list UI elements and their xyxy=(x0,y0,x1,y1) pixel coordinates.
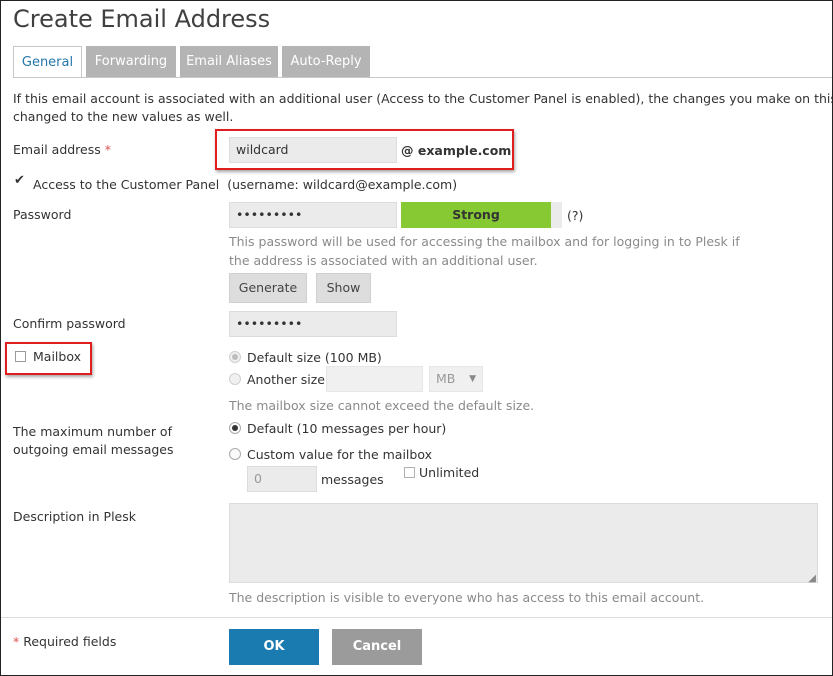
password-strength-meter: Strong xyxy=(401,202,551,228)
another-size-label: Another size xyxy=(247,372,325,387)
customer-panel-label: Access to the Customer Panel (username: … xyxy=(33,177,457,192)
unlimited-checkbox[interactable] xyxy=(404,467,415,478)
required-fields-text: Required fields xyxy=(23,634,117,649)
checkmark-icon: ✔ xyxy=(14,173,25,188)
password-label: Password xyxy=(13,207,72,222)
outgoing-custom-label: Custom value for the mailbox xyxy=(247,447,433,462)
tab-forwarding[interactable]: Forwarding xyxy=(86,46,176,77)
customer-panel-username-note: (username: wildcard@example.com) xyxy=(227,177,458,192)
size-unit-value: MB xyxy=(436,371,456,386)
required-fields-note: * Required fields xyxy=(13,634,116,649)
password-strength-track xyxy=(551,202,562,228)
email-address-label: Email address * xyxy=(13,142,111,157)
password-hint-line-1: This password will be used for accessing… xyxy=(229,234,740,249)
password-hint: This password will be used for accessing… xyxy=(229,232,740,270)
intro-text: If this email account is associated with… xyxy=(13,90,833,126)
tab-email-aliases[interactable]: Email Aliases xyxy=(180,46,278,77)
tab-general[interactable]: General xyxy=(13,46,82,78)
cancel-button[interactable]: Cancel xyxy=(332,629,422,665)
outgoing-custom-value-input[interactable]: 0 xyxy=(247,466,317,492)
default-size-radio[interactable] xyxy=(229,351,241,363)
required-fields-asterisk: * xyxy=(13,634,20,649)
show-button[interactable]: Show xyxy=(316,273,371,303)
description-hint: The description is visible to everyone w… xyxy=(229,590,705,605)
another-size-input[interactable] xyxy=(326,366,423,392)
required-asterisk: * xyxy=(104,142,111,157)
description-textarea[interactable]: ◢ xyxy=(229,503,818,584)
description-label: Description in Plesk xyxy=(13,509,136,524)
another-size-radio[interactable] xyxy=(229,373,241,385)
email-address-label-text: Email address xyxy=(13,142,101,157)
customer-panel-label-text: Access to the Customer Panel xyxy=(33,177,220,192)
size-unit-select[interactable]: MB ▼ xyxy=(429,366,483,392)
resize-handle-icon[interactable]: ◢ xyxy=(808,573,816,584)
email-domain: @ example.com xyxy=(401,143,512,158)
confirm-password-input[interactable]: ••••••••• xyxy=(229,311,397,337)
intro-line-2: changed to the new values as well. xyxy=(13,109,234,124)
footer-divider xyxy=(1,617,832,618)
email-local-part-input[interactable]: wildcard xyxy=(229,137,397,163)
outgoing-default-label: Default (10 messages per hour) xyxy=(247,421,447,436)
create-email-window: Create Email Address General Forwarding … xyxy=(0,0,833,676)
mailbox-checkbox[interactable] xyxy=(15,351,26,362)
ok-button[interactable]: OK xyxy=(229,629,319,665)
default-size-label: Default size (100 MB) xyxy=(247,350,382,365)
generate-button[interactable]: Generate xyxy=(229,273,307,303)
outgoing-custom-radio[interactable] xyxy=(229,448,241,460)
customer-panel-checkbox[interactable]: ✔ xyxy=(14,173,26,189)
outgoing-limit-label-line-1: The maximum number of xyxy=(13,424,172,439)
mailbox-size-hint: The mailbox size cannot exceed the defau… xyxy=(229,398,535,413)
outgoing-default-radio[interactable] xyxy=(229,422,241,434)
unlimited-label: Unlimited xyxy=(419,465,480,480)
intro-line-1: If this email account is associated with… xyxy=(13,91,833,106)
chevron-down-icon: ▼ xyxy=(469,374,476,384)
tab-auto-reply[interactable]: Auto-Reply xyxy=(282,46,370,77)
password-hint-line-2: the address is associated with an additi… xyxy=(229,253,538,268)
password-input[interactable]: ••••••••• xyxy=(229,202,397,228)
confirm-password-label: Confirm password xyxy=(13,316,126,331)
page-title: Create Email Address xyxy=(13,5,271,33)
outgoing-limit-label-line-2: outgoing email messages xyxy=(13,442,174,457)
outgoing-limit-label: The maximum number of outgoing email mes… xyxy=(13,423,174,459)
password-help-icon[interactable]: (?) xyxy=(567,208,583,223)
tab-divider xyxy=(13,77,832,78)
mailbox-label: Mailbox xyxy=(33,349,81,364)
messages-unit-label: messages xyxy=(321,472,384,487)
